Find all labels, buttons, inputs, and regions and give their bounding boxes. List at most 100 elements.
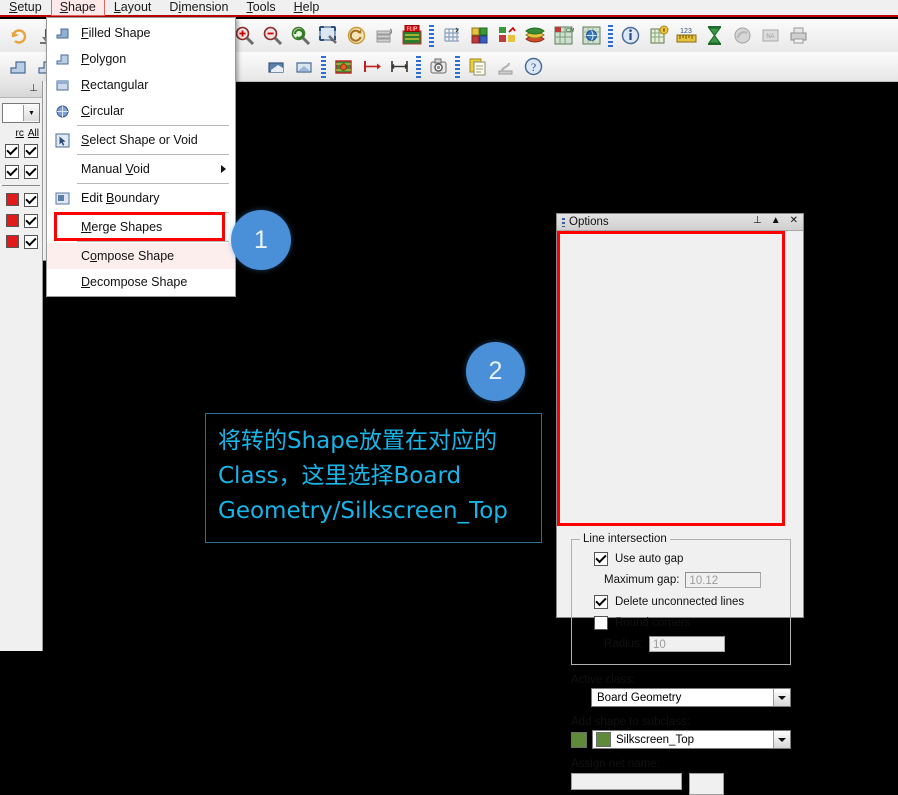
zoom-fit-icon[interactable]: [315, 24, 341, 48]
menu-dimension[interactable]: Dimension: [160, 0, 237, 16]
measure-icon[interactable]: 123: [673, 24, 699, 48]
menu-item-label: Rectangular: [81, 78, 149, 92]
subclass-combo[interactable]: Silkscreen_Top: [592, 730, 791, 749]
maximum-gap-row[interactable]: Maximum gap: 10.12: [604, 569, 782, 591]
subclass-row: Silkscreen_Top: [571, 730, 791, 749]
hourglass-icon[interactable]: [701, 24, 727, 48]
visibility-panel: ⊥ ▼ rc All: [0, 81, 43, 651]
menu-item-compose-shape[interactable]: Compose Shape: [47, 243, 235, 269]
menu-layout[interactable]: Layout: [105, 0, 161, 16]
menu-shape[interactable]: Shape: [50, 0, 105, 16]
flip-design-icon[interactable]: FLIP: [399, 24, 425, 48]
view-selector-combo[interactable]: ▼: [2, 103, 40, 123]
menu-item-filled-shape[interactable]: Filled Shape: [47, 20, 235, 46]
menu-item-decompose-shape[interactable]: Decompose Shape: [47, 269, 235, 295]
shape-stack-icon[interactable]: [522, 24, 548, 48]
assign-net-input[interactable]: [571, 773, 682, 790]
refresh-icon[interactable]: [343, 24, 369, 48]
menu-setup[interactable]: SSetupetup: [0, 0, 51, 16]
shape-add-icon[interactable]: [5, 55, 31, 79]
pin-icon[interactable]: ⊥: [29, 83, 38, 94]
decompose-shape-icon: [49, 271, 75, 293]
select-shape-icon: [49, 129, 75, 151]
row-checkbox-all[interactable]: [24, 143, 38, 158]
grid-toggle-icon[interactable]: [438, 24, 464, 48]
menu-tools[interactable]: Tools: [237, 0, 284, 16]
delete-unconnected-row[interactable]: Delete unconnected lines: [594, 591, 782, 612]
help-icon[interactable]: ?: [520, 55, 546, 79]
cross-section-icon[interactable]: CM: [550, 24, 576, 48]
visibility-row[interactable]: [0, 140, 42, 161]
use-auto-gap-checkbox[interactable]: [594, 551, 608, 566]
undo-icon[interactable]: [5, 24, 31, 48]
menu-item-rectangular[interactable]: Rectangular: [47, 72, 235, 98]
shape-fill-icon[interactable]: [291, 55, 317, 79]
col-header-all: All: [27, 128, 39, 139]
radius-input[interactable]: 10: [649, 636, 725, 652]
menu-item-manual-void[interactable]: Manual Void: [47, 156, 235, 182]
pin-icon[interactable]: ⊥: [753, 215, 762, 226]
zoom-previous-icon[interactable]: [287, 24, 313, 48]
chevron-down-icon[interactable]: ▼: [23, 105, 39, 121]
row-checkbox-left[interactable]: [5, 143, 19, 158]
chevron-down-icon[interactable]: [773, 731, 790, 748]
color-swatch[interactable]: [6, 193, 19, 206]
round-corners-label: Round corners: [615, 616, 691, 629]
delete-unconnected-checkbox[interactable]: [594, 594, 608, 609]
visibility-row[interactable]: [0, 189, 42, 210]
options-titlebar: Options ⊥ ▲ ✕: [557, 214, 803, 231]
menu-item-label: Select Shape or Void: [81, 133, 198, 147]
step-badge-1: 1: [231, 210, 291, 270]
close-icon[interactable]: ✕: [790, 215, 798, 226]
shape-void-icon[interactable]: [263, 55, 289, 79]
copy-icon[interactable]: [464, 55, 490, 79]
stamp-icon[interactable]: [492, 55, 518, 79]
layers-icon[interactable]: [371, 24, 397, 48]
highlight-icon[interactable]: [729, 24, 755, 48]
menu-separator: [77, 154, 229, 155]
global-view-icon[interactable]: [578, 24, 604, 48]
use-auto-gap-row[interactable]: Use auto gap: [594, 548, 782, 569]
drag-grip-icon[interactable]: [562, 217, 565, 227]
round-corners-checkbox[interactable]: [594, 615, 608, 630]
annotation-textbox: 将转的Shape放置在对应的 Class，这里选择Board Geometry/…: [205, 413, 542, 543]
report-icon[interactable]: [645, 24, 671, 48]
dim-left-icon[interactable]: [358, 55, 384, 79]
radius-row[interactable]: Radius: 10: [604, 633, 782, 655]
row-checkbox-all[interactable]: [24, 234, 38, 249]
menu-help[interactable]: Help: [285, 0, 329, 16]
menu-item-merge-shapes[interactable]: Merge Shapes: [47, 214, 235, 240]
menu-item-circular[interactable]: Circular: [47, 98, 235, 124]
round-corners-row[interactable]: Round corners: [594, 612, 782, 633]
menu-item-edit-boundary[interactable]: Edit Boundary: [47, 185, 235, 211]
chevron-down-icon[interactable]: [773, 689, 790, 706]
zoom-out-icon[interactable]: [259, 24, 285, 48]
active-class-combo[interactable]: Board Geometry: [591, 688, 791, 707]
visibility-row[interactable]: [0, 210, 42, 231]
subclass-combo-swatch: [596, 732, 611, 747]
info-icon[interactable]: [617, 24, 643, 48]
row-checkbox-all[interactable]: [24, 164, 38, 179]
assign-net-browse-button[interactable]: [689, 773, 724, 795]
row-checkbox-left[interactable]: [5, 164, 19, 179]
na-icon[interactable]: NA: [757, 24, 783, 48]
color-visibility-icon[interactable]: [466, 24, 492, 48]
row-checkbox-all[interactable]: [24, 213, 38, 228]
package-place-icon[interactable]: [330, 55, 356, 79]
assign-net-row: [571, 773, 791, 795]
print-icon[interactable]: [785, 24, 811, 48]
color-swatch[interactable]: [6, 235, 19, 248]
menu-item-select-shape-or-void[interactable]: Select Shape or Void: [47, 127, 235, 153]
visibility-row[interactable]: [0, 161, 42, 182]
maximum-gap-input[interactable]: 10.12: [685, 572, 762, 588]
menu-item-polygon[interactable]: Polygon: [47, 46, 235, 72]
dim-span-icon[interactable]: [386, 55, 412, 79]
collapse-icon[interactable]: ▲: [771, 215, 781, 226]
color-swatch[interactable]: [6, 214, 19, 227]
visibility-row[interactable]: [0, 231, 42, 252]
svg-text:NA: NA: [766, 34, 774, 40]
camera-icon[interactable]: [425, 55, 451, 79]
subclass-color-swatch[interactable]: [571, 731, 587, 748]
row-checkbox-all[interactable]: [24, 192, 38, 207]
assign-color-icon[interactable]: [494, 24, 520, 48]
